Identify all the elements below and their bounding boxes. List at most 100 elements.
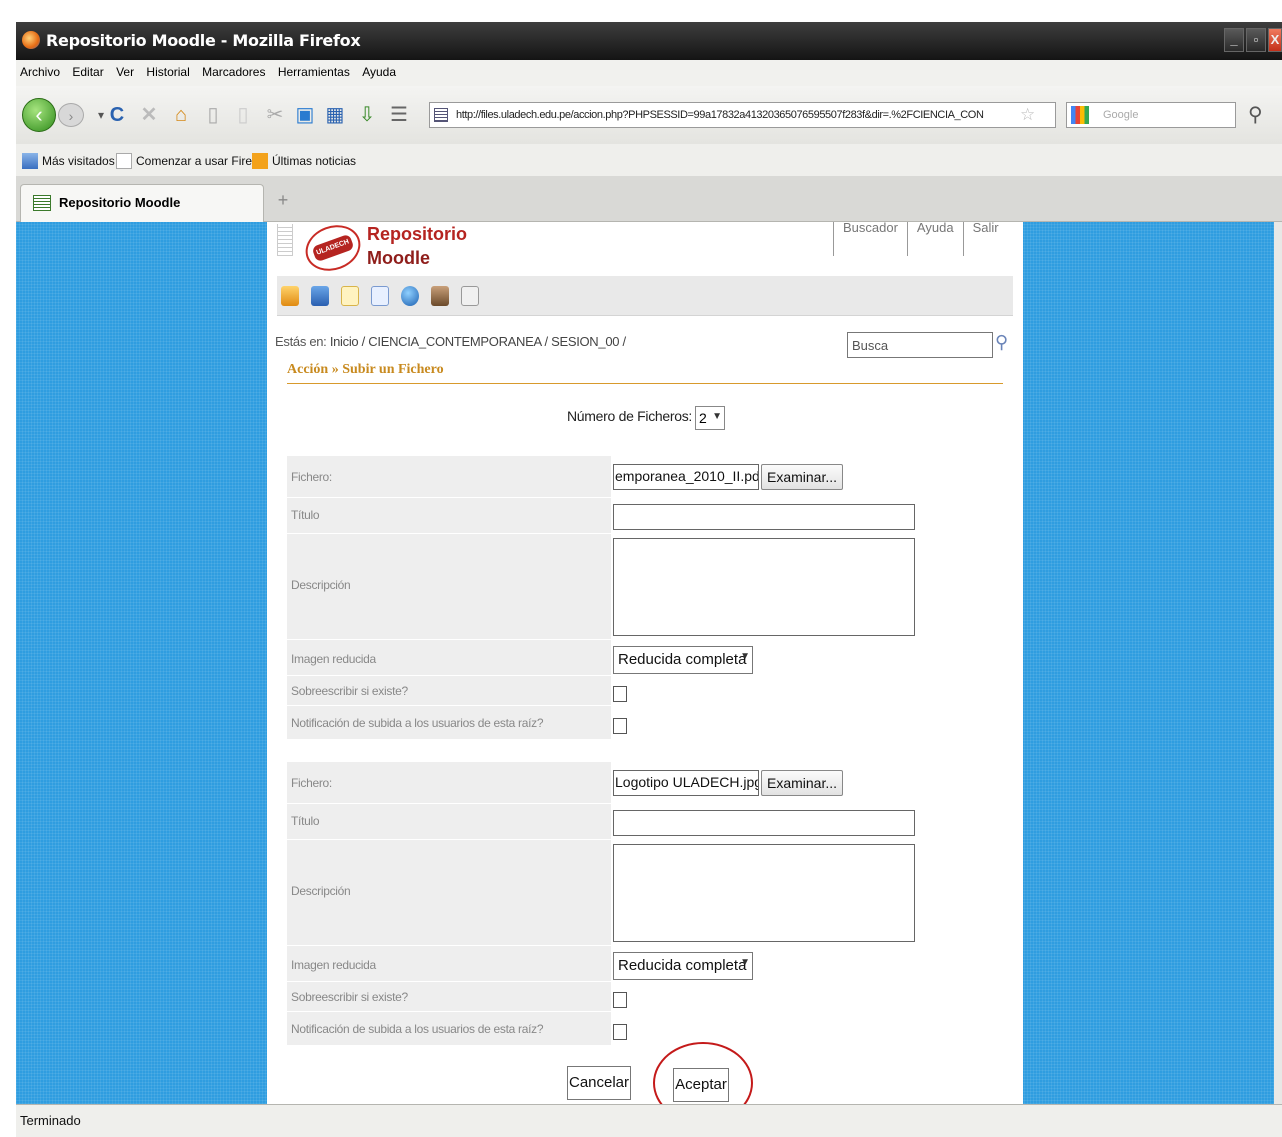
- action-title: Acción » Subir un Fichero: [287, 360, 1003, 384]
- folder-icon: [22, 153, 38, 169]
- overwrite-checkbox-2[interactable]: [613, 992, 627, 1008]
- label-notificacion: Notificación de subida a los usuarios de…: [287, 706, 611, 740]
- stop-icon[interactable]: ✕: [136, 102, 162, 128]
- firefox-icon: [22, 31, 40, 49]
- paste-icon[interactable]: ▯: [230, 102, 256, 128]
- notify-checkbox-1[interactable]: [613, 718, 627, 734]
- site-name-line1: Repositorio: [367, 224, 468, 244]
- site-name: Repositorio Moodle: [367, 222, 467, 270]
- menu-historial[interactable]: Historial: [146, 65, 189, 79]
- menu-ayuda[interactable]: Ayuda: [362, 65, 396, 79]
- action-icon-bar: [277, 276, 1013, 316]
- label-fichero: Fichero:: [287, 456, 611, 498]
- cut-icon[interactable]: ✂: [262, 102, 288, 128]
- status-text: Terminado: [20, 1113, 81, 1128]
- search-engine-box[interactable]: Google: [1066, 102, 1236, 128]
- download-icon[interactable]: ⇩: [354, 102, 380, 128]
- cancel-button[interactable]: Cancelar: [567, 1066, 631, 1100]
- menu-herramientas[interactable]: Herramientas: [278, 65, 350, 79]
- top-links: Buscador Ayuda Salir: [833, 222, 1008, 256]
- globe-icon[interactable]: [401, 286, 419, 306]
- bookmark-ultimas-noticias[interactable]: Últimas noticias: [252, 153, 356, 169]
- collapse-handle-icon[interactable]: [277, 224, 293, 256]
- close-button[interactable]: X: [1268, 28, 1282, 52]
- chevron-down-icon: ▼: [712, 411, 722, 422]
- home-icon[interactable]: ⌂: [168, 102, 194, 128]
- search-magnifier-icon[interactable]: ⚲: [1248, 102, 1263, 127]
- rss-icon: [252, 153, 268, 169]
- menu-marcadores[interactable]: Marcadores: [202, 65, 265, 79]
- address-bar[interactable]: http://files.uladech.edu.pe/accion.php?P…: [429, 102, 1056, 128]
- bookmarks-toolbar: Más visitados Comenzar a usar Firef... Ú…: [16, 144, 1282, 176]
- label-descripcion: Descripción: [287, 534, 611, 640]
- file-input-1[interactable]: emporanea_2010_II.pdf: [613, 464, 759, 490]
- new-tab-button[interactable]: +: [272, 190, 294, 212]
- page-viewport: ULADECH Repositorio Moodle Buscador Ayud…: [16, 222, 1274, 1104]
- user-icon[interactable]: [431, 286, 449, 306]
- screenshot-icon[interactable]: ▣: [292, 102, 318, 128]
- google-icon: [1071, 106, 1089, 124]
- hand-icon[interactable]: [281, 286, 299, 306]
- overwrite-checkbox-1[interactable]: [613, 686, 627, 702]
- list-icon[interactable]: ☰: [386, 102, 412, 128]
- file-input-2[interactable]: Logotipo ULADECH.jpg: [613, 770, 759, 796]
- menu-editar[interactable]: Editar: [72, 65, 103, 79]
- site-favicon: [434, 108, 448, 122]
- title-input-1[interactable]: [613, 504, 915, 530]
- tab-repositorio-moodle[interactable]: Repositorio Moodle: [20, 184, 264, 222]
- link-buscador[interactable]: Buscador: [833, 222, 907, 256]
- window-icon[interactable]: [461, 286, 479, 306]
- label-descripcion: Descripción: [287, 840, 611, 946]
- title-bar: Repositorio Moodle - Mozilla Firefox _ ▫…: [16, 22, 1282, 60]
- site-search-input[interactable]: Busca: [847, 332, 993, 358]
- search-icon[interactable]: ⚲: [995, 332, 1008, 353]
- tab-bar: Repositorio Moodle +: [16, 176, 1282, 222]
- reload-icon[interactable]: C: [104, 102, 130, 128]
- bookmark-comenzar[interactable]: Comenzar a usar Firef...: [116, 153, 265, 169]
- image-select-value: Reducida completa: [618, 957, 747, 974]
- notify-checkbox-2[interactable]: [613, 1024, 627, 1040]
- vertical-scrollbar[interactable]: [1274, 222, 1282, 1104]
- menu-ver[interactable]: Ver: [116, 65, 134, 79]
- link-salir[interactable]: Salir: [962, 222, 1008, 256]
- search-engine-placeholder: Google: [1103, 109, 1139, 121]
- status-bar: Terminado: [16, 1104, 1282, 1137]
- forward-button[interactable]: ›: [58, 103, 84, 127]
- description-textarea-1[interactable]: [613, 538, 915, 636]
- uladech-logo: ULADECH: [299, 222, 367, 279]
- screen-margin-top: [0, 0, 1282, 22]
- label-imagen-reducida: Imagen reducida: [287, 946, 611, 982]
- breadcrumb-prefix: Estás en:: [275, 334, 327, 349]
- bookmark-mas-visitados[interactable]: Más visitados: [22, 153, 115, 169]
- image-select-2[interactable]: Reducida completa ▼: [613, 952, 753, 980]
- browse-button-1[interactable]: Examinar...: [761, 464, 843, 490]
- image-select-1[interactable]: Reducida completa ▼: [613, 646, 753, 674]
- browser-window: Repositorio Moodle - Mozilla Firefox _ ▫…: [0, 0, 1282, 1137]
- page-content: ULADECH Repositorio Moodle Buscador Ayud…: [267, 222, 1023, 1104]
- link-ayuda[interactable]: Ayuda: [906, 222, 963, 256]
- minimize-button[interactable]: _: [1224, 28, 1244, 52]
- browse-button-2[interactable]: Examinar...: [761, 770, 843, 796]
- copy-icon[interactable]: ▯: [200, 102, 226, 128]
- bookmark-icon[interactable]: ▦: [322, 102, 348, 128]
- upload-icon[interactable]: [311, 286, 329, 306]
- menu-archivo[interactable]: Archivo: [20, 65, 60, 79]
- description-textarea-2[interactable]: [613, 844, 915, 942]
- maximize-button[interactable]: ▫: [1246, 28, 1266, 52]
- menu-bar: Archivo Editar Ver Historial Marcadores …: [16, 60, 1282, 86]
- star-bookmark-icon[interactable]: ☆: [1020, 105, 1035, 125]
- chevron-down-icon: ▼: [740, 957, 750, 968]
- back-button[interactable]: ‹: [22, 98, 56, 132]
- chevron-down-icon: ▼: [740, 651, 750, 662]
- num-files-select[interactable]: 2 ▼: [695, 406, 725, 430]
- bookmark-label: Últimas noticias: [272, 154, 357, 168]
- new-file-icon[interactable]: [341, 286, 359, 306]
- page-icon: [116, 153, 132, 169]
- title-input-2[interactable]: [613, 810, 915, 836]
- breadcrumb-path[interactable]: Inicio / CIENCIA_CONTEMPORANEA / SESION_…: [330, 334, 626, 349]
- document-icon[interactable]: [371, 286, 389, 306]
- num-files-label: Número de Ficheros:: [567, 408, 693, 424]
- navigation-toolbar: ‹ › ▾ C ✕ ⌂ ▯ ▯ ✂ ▣ ▦ ⇩ ☰ http://files.u…: [16, 86, 1282, 144]
- label-imagen-reducida: Imagen reducida: [287, 640, 611, 676]
- url-text: http://files.uladech.edu.pe/accion.php?P…: [456, 109, 984, 121]
